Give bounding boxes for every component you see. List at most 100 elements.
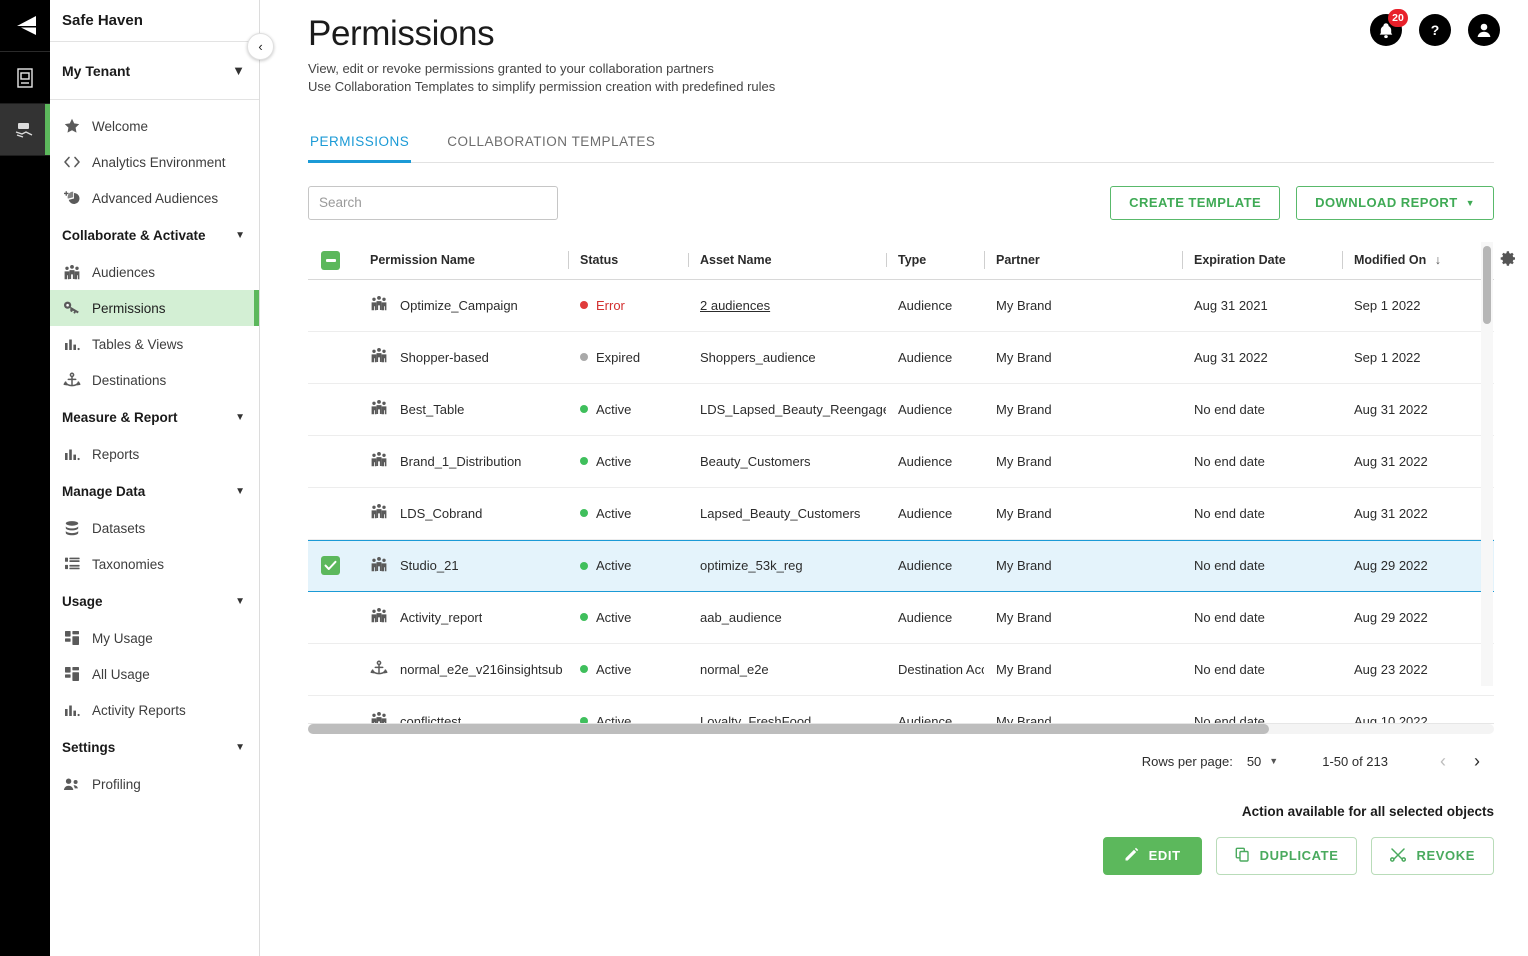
sidebar-item-analytics-environment[interactable]: Analytics Environment: [50, 144, 259, 180]
app-logo[interactable]: [0, 0, 50, 52]
status-badge: Active: [596, 558, 632, 574]
column-header-partner[interactable]: Partner: [984, 253, 1182, 267]
column-header-status[interactable]: Status: [568, 253, 688, 267]
page-title: Permissions: [308, 14, 495, 53]
cell-asset-name: aab_audience: [688, 610, 886, 625]
notifications-button[interactable]: 20: [1370, 9, 1408, 46]
cell-permission-name: LDS_Cobrand: [358, 503, 568, 523]
sidebar-item-audiences[interactable]: Audiences: [50, 254, 259, 290]
create-template-button[interactable]: CREATE TEMPLATE: [1110, 185, 1281, 220]
horizontal-scroll-thumb[interactable]: [308, 723, 1269, 734]
row-checkbox[interactable]: [321, 504, 340, 523]
taxonomy-icon: [62, 556, 82, 572]
sidebar-group-label: Manage Data: [62, 483, 146, 499]
asset-name-text: LDS_Lapsed_Beauty_Reengage: [700, 401, 886, 417]
table-row[interactable]: Optimize_Campaign Error 2 audiences Audienc…: [308, 280, 1494, 332]
people-icon: [370, 399, 388, 419]
search-input[interactable]: [308, 185, 558, 220]
sidebar-item-label: My Usage: [92, 630, 153, 646]
tenant-selector[interactable]: My Tenant ▼: [50, 42, 259, 100]
table-row[interactable]: normal_e2e_v216insightsub Active normal_e2…: [308, 644, 1494, 696]
table-row[interactable]: Shopper-based Expired Shoppers_audience Aud…: [308, 332, 1494, 384]
sidebar-group-usage[interactable]: Usage ▼: [50, 582, 259, 620]
sidebar-group-collaborate-activate[interactable]: Collaborate & Activate ▼: [50, 216, 259, 254]
row-checkbox[interactable]: [321, 400, 340, 419]
row-checkbox[interactable]: [321, 608, 340, 627]
download-report-button[interactable]: DOWNLOAD REPORT ▼: [1296, 185, 1494, 220]
cell-expiration-date: No end date: [1194, 505, 1265, 521]
row-checkbox[interactable]: [321, 296, 340, 315]
handshake-icon[interactable]: [0, 104, 50, 156]
row-checkbox[interactable]: [321, 452, 340, 471]
sidebar-collapse-button[interactable]: ‹: [247, 33, 274, 60]
column-header-type[interactable]: Type: [886, 253, 984, 267]
tab-collaboration-templates[interactable]: COLLABORATION TEMPLATES: [445, 126, 657, 163]
table-row[interactable]: Best_Table Active LDS_Lapsed_Beauty_Reenga…: [308, 384, 1494, 436]
table-row[interactable]: Brand_1_Distribution Active Beauty_Custome…: [308, 436, 1494, 488]
table-row[interactable]: LDS_Cobrand Active Lapsed_Beauty_Customers…: [308, 488, 1494, 540]
sidebar-item-all-usage[interactable]: All Usage: [50, 656, 259, 692]
bars-icon: [62, 447, 82, 462]
sidebar-group-settings[interactable]: Settings ▼: [50, 728, 259, 766]
cell-modified-on: Sep 1 2022: [1354, 297, 1421, 313]
vertical-scroll-thumb[interactable]: [1483, 245, 1491, 324]
column-header-expiration-date[interactable]: Expiration Date: [1182, 253, 1342, 267]
cell-status: Error: [568, 298, 688, 313]
sidebar-item-profiling[interactable]: Profiling: [50, 766, 259, 802]
edit-button[interactable]: EDIT: [1102, 836, 1202, 875]
row-select-cell: [308, 400, 358, 419]
revoke-button[interactable]: REVOKE: [1371, 836, 1494, 875]
sidebar-item-activity-reports[interactable]: Activity Reports: [50, 692, 259, 728]
people-icon: [370, 347, 388, 367]
table-vertical-scrollbar[interactable]: [1481, 241, 1493, 686]
sidebar-item-reports[interactable]: Reports: [50, 436, 259, 472]
help-button[interactable]: ?: [1419, 14, 1451, 46]
sidebar-nav: Welcome Analytics Environment Advanced Aud…: [50, 100, 259, 802]
rows-per-page-select[interactable]: 50 ▼: [1247, 754, 1278, 769]
row-select-cell: [308, 608, 358, 627]
cell-status: Active: [568, 506, 688, 521]
column-header-modified-on[interactable]: Modified On ↓: [1342, 253, 1482, 267]
sidebar-item-label: Welcome: [92, 118, 149, 134]
sidebar-item-tables-views[interactable]: Tables & Views: [50, 326, 259, 362]
account-button[interactable]: [1468, 14, 1500, 46]
asset-link[interactable]: 2 audiences: [700, 298, 770, 313]
sidebar-item-advanced-audiences[interactable]: Advanced Audiences: [50, 180, 259, 216]
table-horizontal-scrollbar[interactable]: [308, 723, 1494, 734]
row-checkbox[interactable]: [321, 712, 340, 723]
row-select-cell: [308, 452, 358, 471]
sidebar-item-welcome[interactable]: Welcome: [50, 108, 259, 144]
table-row[interactable]: Studio_21 Active optimize_53k_reg Audience M…: [308, 539, 1494, 592]
sidebar-item-taxonomies[interactable]: Taxonomies: [50, 546, 259, 582]
row-checkbox[interactable]: [321, 660, 340, 679]
gear-icon[interactable]: [1500, 250, 1517, 270]
sidebar-item-datasets[interactable]: Datasets: [50, 510, 259, 546]
table-row[interactable]: conflicttest Active Loyalty_FreshFood Audie…: [308, 696, 1494, 723]
sidebar-group-manage-data[interactable]: Manage Data ▼: [50, 472, 259, 510]
row-checkbox[interactable]: [321, 556, 340, 576]
cell-expiration-date: No end date: [1194, 558, 1265, 574]
sidebar-item-destinations[interactable]: Destinations: [50, 362, 259, 398]
table-row[interactable]: Activity_report Active aab_audience Audienc…: [308, 592, 1494, 644]
building-icon[interactable]: [0, 52, 50, 104]
column-header-permission-name[interactable]: Permission Name: [358, 253, 568, 267]
rows-per-page-label: Rows per page:: [1141, 753, 1233, 769]
cell-status: Active: [568, 558, 688, 573]
column-header-asset-name[interactable]: Asset Name: [688, 253, 886, 267]
cell-partner: My Brand: [996, 609, 1052, 625]
select-all-checkbox[interactable]: [321, 250, 340, 270]
cell-expiration-date: No end date: [1194, 453, 1265, 469]
sidebar-group-measure-report[interactable]: Measure & Report ▼: [50, 398, 259, 436]
sidebar-item-permissions[interactable]: Permissions: [50, 290, 259, 326]
tab-permissions[interactable]: PERMISSIONS: [308, 126, 412, 163]
row-checkbox[interactable]: [321, 348, 340, 367]
column-label: Expiration Date: [1194, 253, 1286, 268]
duplicate-button[interactable]: DUPLICATE: [1215, 836, 1358, 875]
people-icon: [62, 264, 82, 281]
cell-asset-name: Lapsed_Beauty_Customers: [688, 506, 886, 521]
cell-modified-on: Aug 31 2022: [1354, 401, 1428, 417]
previous-page-button[interactable]: ‹: [1426, 751, 1460, 772]
cell-type: Destination Acc: [898, 661, 984, 677]
next-page-button[interactable]: ›: [1460, 751, 1494, 772]
sidebar-item-my-usage[interactable]: My Usage: [50, 620, 259, 656]
